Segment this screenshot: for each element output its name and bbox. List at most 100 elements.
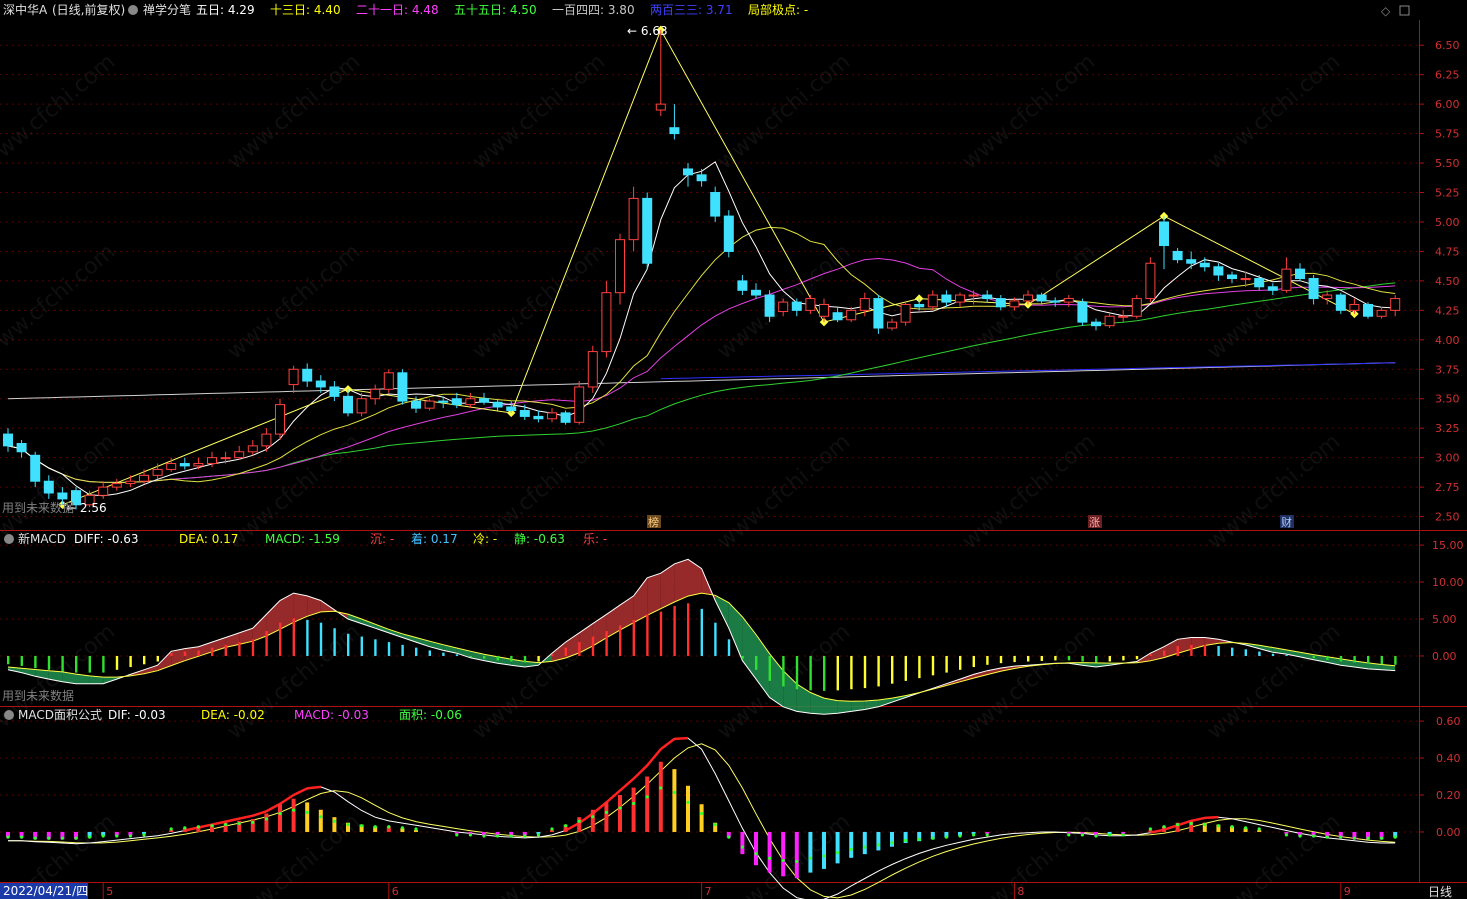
candle-body[interactable]	[805, 298, 816, 311]
candle-body[interactable]	[125, 480, 136, 485]
candle-body[interactable]	[1376, 309, 1387, 317]
candle-body[interactable]	[1145, 262, 1156, 300]
candle-body[interactable]	[343, 395, 353, 414]
candle-body[interactable]	[98, 486, 109, 496]
candle-body[interactable]	[30, 454, 41, 482]
candle-body[interactable]	[900, 303, 911, 323]
candle-body[interactable]	[832, 312, 843, 321]
candle-body[interactable]	[261, 433, 272, 447]
candle-body[interactable]	[995, 298, 1006, 308]
candle-body[interactable]	[1267, 286, 1278, 291]
candle-body[interactable]	[723, 215, 734, 252]
candle-body[interactable]	[193, 463, 204, 467]
diamond-icon[interactable]: ◇	[1381, 4, 1391, 18]
candle-body[interactable]	[3, 433, 13, 447]
macd-menu-icon[interactable]	[4, 534, 14, 544]
candle-body[interactable]	[1227, 274, 1237, 280]
candle-body[interactable]	[751, 289, 761, 296]
candle-body[interactable]	[764, 294, 775, 317]
candle-body[interactable]	[887, 321, 897, 329]
candle-body[interactable]	[519, 410, 530, 417]
candle-body[interactable]	[737, 280, 748, 291]
candle-body[interactable]	[1172, 250, 1183, 261]
candle-body[interactable]	[139, 474, 149, 482]
candle-body[interactable]	[479, 398, 489, 403]
candle-body[interactable]	[1254, 278, 1265, 288]
candle-body[interactable]	[982, 294, 993, 300]
candle-body[interactable]	[1091, 321, 1101, 327]
candle-body[interactable]	[533, 415, 544, 420]
candle-body[interactable]	[424, 400, 435, 409]
candle-body[interactable]	[397, 372, 408, 402]
candle-body[interactable]	[1050, 300, 1061, 303]
candle-body[interactable]	[1023, 294, 1033, 302]
candle-body[interactable]	[438, 400, 449, 403]
candle-body[interactable]	[628, 197, 639, 241]
candle-body[interactable]	[302, 368, 313, 382]
candle-body[interactable]	[683, 168, 693, 176]
candle-body[interactable]	[383, 372, 394, 390]
candle-body[interactable]	[43, 480, 54, 494]
candle-body[interactable]	[615, 239, 625, 294]
candle-body[interactable]	[601, 292, 612, 353]
candle-body[interactable]	[791, 301, 802, 311]
macd-area-menu-icon[interactable]	[4, 710, 14, 720]
candle-body[interactable]	[179, 463, 190, 467]
candle-body[interactable]	[1009, 300, 1020, 308]
candle-body[interactable]	[207, 457, 217, 465]
candle-body[interactable]	[669, 127, 680, 135]
candle-body[interactable]	[492, 401, 503, 408]
marker-cai[interactable]: 财	[1280, 515, 1294, 529]
candle-body[interactable]	[247, 445, 258, 453]
candle-body[interactable]	[655, 103, 666, 111]
candle-body[interactable]	[1213, 266, 1224, 276]
candle-body[interactable]	[275, 404, 285, 435]
candle-body[interactable]	[1295, 268, 1305, 280]
candle-body[interactable]	[1335, 294, 1346, 311]
candle-body[interactable]	[914, 303, 925, 308]
candle-body[interactable]	[1131, 298, 1142, 317]
candle-body[interactable]	[451, 398, 462, 406]
candle-body[interactable]	[166, 463, 177, 470]
candle-body[interactable]	[846, 309, 857, 321]
candle-body[interactable]	[288, 368, 299, 386]
candle-body[interactable]	[941, 294, 952, 303]
candle-body[interactable]	[1281, 268, 1292, 291]
candle-body[interactable]	[329, 386, 340, 397]
candle-body[interactable]	[1322, 294, 1333, 300]
candle-body[interactable]	[16, 443, 27, 453]
candle-body[interactable]	[370, 388, 381, 400]
candle-body[interactable]	[411, 400, 421, 409]
period-label[interactable]: 日线	[1428, 885, 1452, 899]
candle-body[interactable]	[1036, 294, 1047, 302]
candle-body[interactable]	[955, 294, 965, 303]
candle-body[interactable]	[220, 457, 231, 460]
candle-body[interactable]	[560, 412, 571, 423]
candle-body[interactable]	[57, 492, 68, 500]
candle-body[interactable]	[547, 412, 557, 420]
candle-body[interactable]	[1063, 298, 1074, 303]
indicator-menu-icon[interactable]	[128, 5, 138, 15]
candle-body[interactable]	[1363, 303, 1373, 317]
candle-body[interactable]	[152, 468, 163, 476]
candle-body[interactable]	[234, 451, 245, 459]
candle-body[interactable]	[1159, 221, 1169, 247]
candle-body[interactable]	[778, 301, 789, 313]
candle-body[interactable]	[465, 398, 476, 406]
candle-body[interactable]	[1199, 262, 1210, 268]
candle-body[interactable]	[1349, 303, 1360, 311]
candle-body[interactable]	[642, 197, 653, 264]
candle-body[interactable]	[1118, 315, 1129, 318]
candle-body[interactable]	[1308, 278, 1319, 300]
candle-body[interactable]	[315, 380, 326, 388]
candle-body[interactable]	[873, 298, 884, 329]
marker-bang[interactable]: 榜	[647, 515, 661, 529]
candle-body[interactable]	[859, 298, 870, 311]
candle-body[interactable]	[1077, 301, 1088, 323]
candle-body[interactable]	[574, 386, 585, 423]
candle-body[interactable]	[506, 406, 517, 412]
candle-body[interactable]	[710, 192, 721, 217]
marker-zhang[interactable]: 涨	[1088, 515, 1102, 529]
candle-body[interactable]	[587, 351, 598, 388]
candle-body[interactable]	[968, 294, 979, 297]
